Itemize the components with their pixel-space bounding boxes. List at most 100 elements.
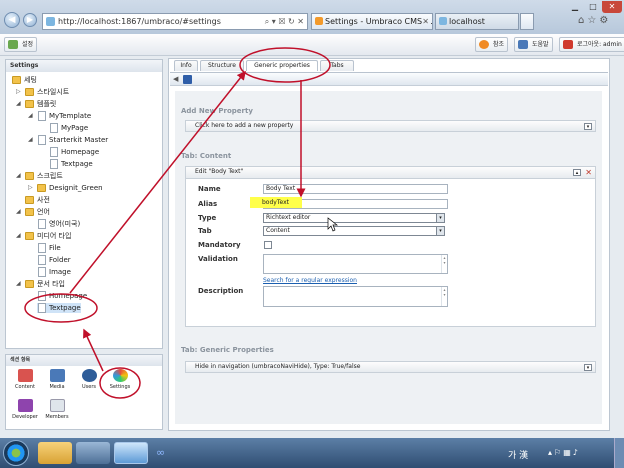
- properties-body: Add New Property Click here to add a new…: [175, 91, 602, 424]
- umbraco-toolbar: 설정 참조 도움말 로그아웃: admin: [0, 34, 624, 56]
- close-tab-icon[interactable]: ✕: [422, 14, 429, 29]
- tree-item[interactable]: File: [37, 243, 61, 253]
- tree-item[interactable]: Textpage: [49, 159, 93, 169]
- tree-item-selected[interactable]: Textpage: [37, 303, 81, 313]
- template-icon: [50, 159, 58, 169]
- delete-icon[interactable]: ✕: [585, 168, 592, 177]
- section-content[interactable]: Content: [12, 369, 38, 390]
- tab-generic-properties[interactable]: Generic properties: [246, 60, 318, 71]
- maximize-icon[interactable]: □: [584, 1, 602, 13]
- sections-header: 섹션 항목: [6, 355, 162, 366]
- mandatory-label: Mandatory: [198, 241, 241, 249]
- hide-nav-bar[interactable]: Hide in navigation (umbracoNaviHide), Ty…: [185, 361, 596, 373]
- validation-label: Validation: [198, 255, 238, 263]
- tree-item[interactable]: ◢ 문서 타입: [16, 279, 65, 289]
- tab-localhost-label: localhost: [449, 17, 485, 26]
- description-textarea[interactable]: ▴ ▾: [263, 286, 448, 307]
- expand-icon: ▾: [584, 364, 592, 371]
- tree-item[interactable]: ▷ Designit_Green: [28, 183, 103, 193]
- tree-item[interactable]: 세팅: [12, 75, 37, 85]
- tree-header: Settings: [6, 60, 162, 72]
- tree-item[interactable]: Image: [37, 267, 71, 277]
- tab-select[interactable]: Content ▾: [263, 226, 445, 236]
- visual-studio-icon[interactable]: ∞: [156, 446, 165, 459]
- windows-taskbar: ∞ 가 漢 ▴⚐▦♪: [0, 438, 624, 468]
- edit-property-header: Edit "Body Text" ▴ ✕: [186, 167, 595, 179]
- regex-link[interactable]: Search for a regular expression: [263, 277, 357, 284]
- name-input[interactable]: Body Text: [263, 184, 448, 194]
- tree-item[interactable]: 영어(미국): [37, 219, 80, 229]
- template-icon: [38, 111, 46, 121]
- tab-tabs[interactable]: Tabs: [320, 60, 354, 71]
- create-label: 설정: [22, 41, 34, 48]
- content-icon: [17, 369, 33, 382]
- mandatory-checkbox[interactable]: [264, 241, 272, 249]
- address-bar[interactable]: http://localhost:1867/umbraco/#settings …: [42, 13, 308, 30]
- media-type-icon: [38, 267, 46, 277]
- tree-item[interactable]: Folder: [37, 255, 71, 265]
- template-icon: [50, 147, 58, 157]
- logout-label: 로그아웃: admin: [577, 41, 622, 48]
- tree-item[interactable]: ◢ MyTemplate: [28, 111, 91, 121]
- add-property-bar[interactable]: Click here to add a new property ▾: [185, 120, 596, 132]
- section-developer[interactable]: Developer: [12, 399, 38, 420]
- tray-icons[interactable]: ▴⚐▦♪: [548, 448, 580, 457]
- app-taskbar-icon[interactable]: [76, 442, 110, 464]
- folder-icon: [25, 172, 34, 180]
- help-button[interactable]: 참조: [475, 37, 509, 52]
- tab-localhost[interactable]: localhost: [435, 13, 519, 30]
- explorer-taskbar-icon[interactable]: [38, 442, 72, 464]
- minimize-icon[interactable]: ▁: [566, 1, 584, 13]
- main-panel: Info Structure Generic properties Tabs ◀…: [168, 58, 610, 431]
- tree-item[interactable]: ◢ 언어: [16, 207, 50, 217]
- back-icon[interactable]: ◀: [4, 12, 20, 28]
- tab-content-heading: Tab: Content: [181, 152, 232, 160]
- tree-item[interactable]: ◢ 템플릿: [16, 99, 56, 109]
- docs-button[interactable]: 도움말: [514, 37, 553, 52]
- alias-value-text: bodyText: [262, 199, 289, 206]
- new-tab-button[interactable]: [520, 13, 534, 30]
- tree-item[interactable]: ◢ 미디어 타입: [16, 231, 71, 241]
- tab-structure[interactable]: Structure: [200, 60, 244, 71]
- tab-info[interactable]: Info: [174, 60, 198, 71]
- section-settings[interactable]: Settings: [107, 369, 133, 390]
- start-button[interactable]: [3, 440, 29, 466]
- type-label: Type: [198, 214, 217, 222]
- type-select[interactable]: Richtext editor ▾: [263, 213, 445, 223]
- section-users[interactable]: Users: [76, 369, 102, 390]
- settings-icon: [112, 369, 128, 382]
- tree-item[interactable]: MyPage: [49, 123, 88, 133]
- ime-indicator[interactable]: 가 漢: [508, 448, 528, 461]
- sections-panel: 섹션 항목 Content Media Users Settings Devel…: [5, 354, 163, 430]
- alias-label: Alias: [198, 200, 218, 208]
- browser-titlebar: ◀ ▶ http://localhost:1867/umbraco/#setti…: [0, 0, 624, 34]
- developer-icon: [17, 399, 33, 412]
- validation-textarea[interactable]: ▴ ▾: [263, 254, 448, 274]
- save-icon[interactable]: [183, 75, 192, 84]
- hide-nav-text: Hide in navigation (umbracoNaviHide), Ty…: [195, 363, 361, 370]
- create-button[interactable]: 설정: [4, 37, 38, 52]
- ie-taskbar-icon[interactable]: [114, 442, 148, 464]
- media-type-icon: [38, 243, 46, 253]
- home-star-gear-icons[interactable]: ⌂☆⚙: [578, 15, 611, 26]
- close-window-icon[interactable]: ✕: [602, 1, 622, 13]
- description-label: Description: [198, 287, 244, 295]
- tree-item[interactable]: 사전: [25, 195, 50, 205]
- tree-item[interactable]: Homepage: [49, 147, 99, 157]
- section-members[interactable]: Members: [44, 399, 70, 420]
- show-desktop-button[interactable]: [614, 438, 624, 468]
- tree-item[interactable]: ◢ Starterkit Master: [28, 135, 108, 145]
- address-buttons[interactable]: ⌕ ▾ ☒ ↻ ✕: [265, 14, 304, 29]
- forward-icon[interactable]: ▶: [23, 13, 37, 27]
- umbraco-favicon-icon: [315, 17, 323, 25]
- logout-button[interactable]: 로그아웃: admin: [559, 37, 624, 52]
- help-icon: [479, 40, 489, 49]
- tree-item[interactable]: ◢ 스크립트: [16, 171, 63, 181]
- tree-item[interactable]: ▷ 스타일시트: [16, 87, 69, 97]
- tree-item[interactable]: Homepage: [37, 291, 87, 301]
- section-media[interactable]: Media: [44, 369, 70, 390]
- tab-settings[interactable]: Settings - Umbraco CMS - ... ✕: [311, 13, 433, 30]
- collapse-box-icon[interactable]: ▴: [573, 169, 581, 176]
- chevron-down-icon: ▾: [436, 227, 444, 235]
- collapse-icon[interactable]: ◀: [173, 75, 178, 83]
